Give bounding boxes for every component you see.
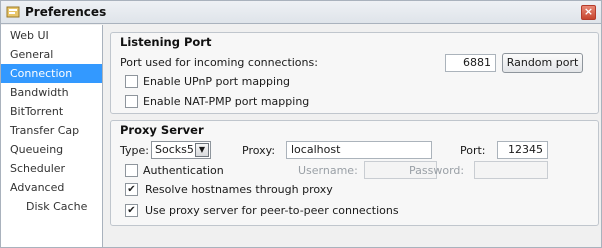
sidebar-item-bandwidth[interactable]: Bandwidth [1, 83, 102, 102]
resolve-hostnames-checkbox[interactable]: ✔ [125, 183, 138, 196]
preferences-window: Preferences × Web UI General Connection … [0, 0, 602, 248]
proxy-server-group: Proxy Server Type: Socks5 ▼ Proxy: local… [110, 120, 599, 226]
natpmp-checkbox[interactable] [125, 95, 138, 108]
password-input[interactable] [474, 161, 548, 179]
p2p-proxy-label: Use proxy server for peer-to-peer connec… [145, 204, 399, 217]
sidebar-item-web-ui[interactable]: Web UI [1, 26, 102, 45]
proxy-type-value: Socks5 [155, 143, 194, 156]
username-label: Username: [298, 164, 358, 177]
random-port-button[interactable]: Random port [502, 53, 583, 73]
listening-port-input[interactable]: 6881 [445, 54, 496, 72]
sidebar-item-general[interactable]: General [1, 45, 102, 64]
listening-port-title: Listening Port [120, 35, 212, 49]
checkmark-icon: ✔ [127, 184, 136, 195]
sidebar-item-queueing[interactable]: Queueing [1, 140, 102, 159]
title-bar: Preferences × [1, 1, 601, 24]
preferences-icon [6, 6, 20, 18]
proxy-port-input[interactable]: 12345 [497, 141, 548, 159]
preferences-sidebar: Web UI General Connection Bandwidth BitT… [1, 25, 103, 247]
proxy-port-label: Port: [460, 144, 486, 157]
sidebar-item-bittorrent[interactable]: BitTorrent [1, 102, 102, 121]
authentication-checkbox[interactable] [125, 164, 138, 177]
proxy-server-title: Proxy Server [120, 123, 204, 137]
proxy-host-label: Proxy: [242, 144, 276, 157]
window-title: Preferences [25, 5, 107, 19]
upnp-checkbox[interactable] [125, 75, 138, 88]
chevron-down-icon: ▼ [195, 143, 209, 157]
sidebar-item-disk-cache[interactable]: Disk Cache [1, 197, 102, 216]
authentication-label: Authentication [143, 164, 224, 177]
resolve-hostnames-label: Resolve hostnames through proxy [145, 183, 333, 196]
sidebar-item-scheduler[interactable]: Scheduler [1, 159, 102, 178]
sidebar-item-connection[interactable]: Connection [1, 64, 102, 83]
port-label: Port used for incoming connections: [120, 56, 318, 69]
p2p-proxy-checkbox[interactable]: ✔ [125, 204, 138, 217]
proxy-type-select[interactable]: Socks5 ▼ [151, 141, 211, 159]
password-label: Password: [409, 164, 465, 177]
checkmark-icon: ✔ [127, 205, 136, 216]
proxy-host-input[interactable]: localhost [286, 141, 432, 159]
close-icon[interactable]: × [581, 5, 596, 20]
natpmp-label: Enable NAT-PMP port mapping [143, 95, 310, 108]
sidebar-item-transfer-cap[interactable]: Transfer Cap [1, 121, 102, 140]
upnp-label: Enable UPnP port mapping [143, 75, 291, 88]
sidebar-item-advanced[interactable]: Advanced [1, 178, 102, 197]
proxy-type-label: Type: [120, 144, 149, 157]
listening-port-group: Listening Port Port used for incoming co… [110, 32, 599, 114]
